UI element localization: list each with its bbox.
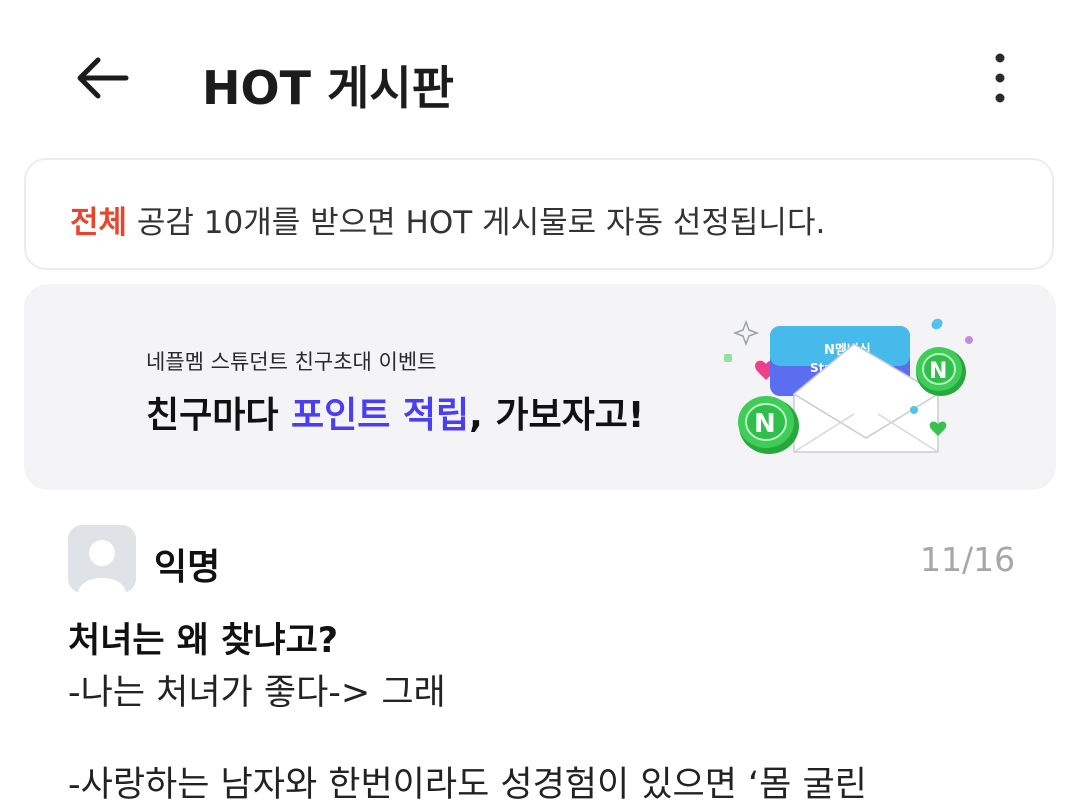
avatar-placeholder-icon [78, 540, 126, 593]
banner-headline-highlight: 포인트 적립 [291, 395, 470, 436]
avatar[interactable] [68, 525, 136, 593]
banner-subtitle: 네플멤 스튜던트 친구초대 이벤트 [146, 350, 437, 374]
page-title: HOT 게시판 [202, 61, 454, 115]
more-vertical-icon [995, 53, 1005, 103]
back-arrow-icon [77, 57, 129, 99]
notice-accent: 전체 [70, 205, 128, 241]
author-name: 익명 [154, 547, 221, 588]
svg-text:N: N [929, 359, 947, 384]
app-header: HOT 게시판 [0, 0, 1080, 150]
hot-notice-box: 전체 공감 10개를 받으면 HOT 게시물로 자동 선정됩니다. [24, 158, 1054, 270]
hot-board-screen: HOT 게시판 전체 공감 10개를 받으면 HOT 게시물로 자동 선정됩니다… [0, 0, 1080, 800]
post-body-line-2: -사랑하는 남자와 한번이라도 성경험이 있으면 ‘몸 굴린 [68, 765, 867, 800]
post-title: 처녀는 왜 찾냐고? [68, 621, 339, 661]
post-date: 11/16 [920, 540, 1016, 579]
banner-headline: 친구마다 포인트 적립, 가보자고! [146, 386, 644, 438]
notice-text: 전체 공감 10개를 받으면 HOT 게시물로 자동 선정됩니다. [70, 197, 825, 242]
more-button[interactable] [980, 52, 1020, 104]
banner-headline-prefix: 친구마다 [146, 395, 292, 436]
notice-body: 공감 10개를 받으면 HOT 게시물로 자동 선정됩니다. [127, 205, 826, 241]
envelope-coins-illustration: N멤버십 Student N N N [724, 318, 973, 454]
event-banner[interactable]: 네플멤 스튜던트 친구초대 이벤트 친구마다 포인트 적립, 가보자고! N멤버… [24, 284, 1056, 490]
back-button[interactable] [70, 48, 134, 108]
svg-text:N: N [754, 409, 776, 439]
post-body-line-1: -나는 처녀가 좋다-> 그래 [68, 673, 446, 713]
banner-headline-suffix: , 가보자고! [469, 395, 645, 436]
